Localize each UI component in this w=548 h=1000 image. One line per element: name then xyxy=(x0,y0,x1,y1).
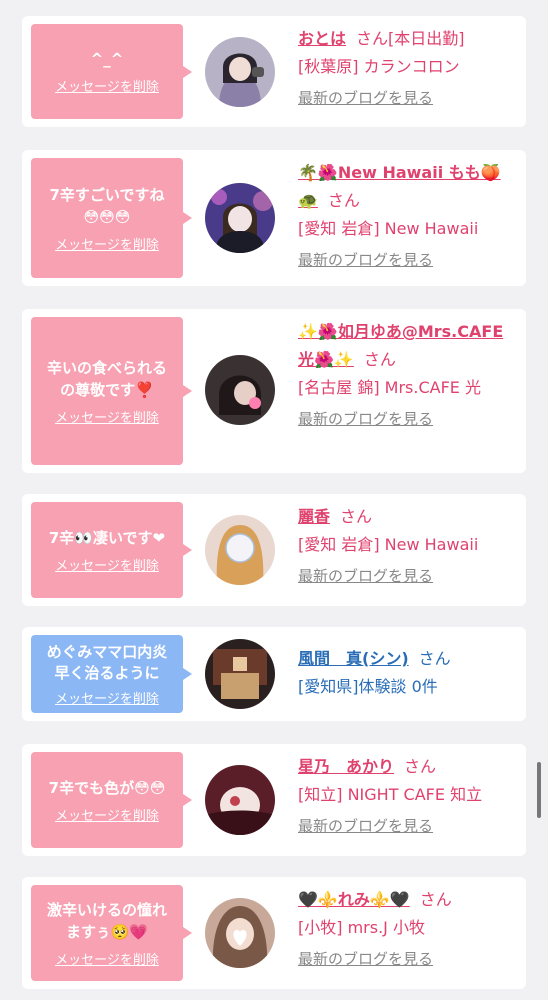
card-info: 🌴🌺New Hawaii もも🍑🐢 さん [愛知 岩倉] New Hawaii 最… xyxy=(298,159,513,270)
avatar[interactable] xyxy=(205,765,275,835)
delete-message-link[interactable]: メッセージを削除 xyxy=(55,949,159,968)
shop-label: [小牧] mrs.J 小牧 xyxy=(298,918,425,937)
message-card: 辛いの食べられるの尊敬です❣️ メッセージを削除 ✨🌺如月ゆあ@Mrs.CAFE… xyxy=(22,309,526,473)
shop-label: [愛知 岩倉] New Hawaii xyxy=(298,535,479,554)
message-text: 7辛でも色が😳😳 xyxy=(48,778,166,797)
san-label: さん xyxy=(356,29,389,48)
card-info: 麗香 さん [愛知 岩倉] New Hawaii 最新のブログを見る xyxy=(298,503,513,586)
latest-blog-link[interactable]: 最新のブログを見る xyxy=(298,948,513,969)
shop-label: [知立] NIGHT CAFE 知立 xyxy=(298,785,483,804)
girl-name-link[interactable]: 🖤⚜️れみ⚜️🖤 xyxy=(298,890,410,909)
shop-label: [秋葉原] カランコロン xyxy=(298,57,460,76)
san-label: さん xyxy=(418,649,451,668)
san-label: さん xyxy=(419,890,452,909)
message-text: 7辛👀凄いです❤ xyxy=(48,528,166,547)
message-card: 激辛いけるの憧れますぅ🥺💗 メッセージを削除 🖤⚜️れみ⚜️🖤 さん [小牧] m… xyxy=(22,877,526,989)
message-text: 7辛すごいですね😳😳😳 xyxy=(49,185,165,226)
message-card: 7辛でも色が😳😳 メッセージを削除 星乃 あかり さん [知立] NIGHT CA… xyxy=(22,744,526,856)
latest-blog-link[interactable]: 最新のブログを見る xyxy=(298,815,513,836)
avatar[interactable] xyxy=(205,898,275,968)
latest-blog-link[interactable]: 最新のブログを見る xyxy=(298,249,513,270)
user-name-link[interactable]: 風間 真(シン) xyxy=(298,649,409,668)
delete-message-link[interactable]: メッセージを削除 xyxy=(55,688,159,707)
message-bubble: 7辛👀凄いです❤ メッセージを削除 xyxy=(31,502,192,598)
shop-label: [名古屋 錦] Mrs.CAFE 光 xyxy=(298,378,481,397)
san-label: さん xyxy=(363,350,396,369)
message-card: 7辛👀凄いです❤ メッセージを削除 麗香 さん [愛知 岩倉] New Hawai… xyxy=(22,494,526,606)
message-card: めぐみママ口内炎早く治るように メッセージを削除 風間 真(シン) さん [愛知県… xyxy=(22,627,526,721)
message-bubble: めぐみママ口内炎早く治るように メッセージを削除 xyxy=(31,635,192,713)
latest-blog-link[interactable]: 最新のブログを見る xyxy=(298,565,513,586)
san-label: さん xyxy=(340,507,373,526)
card-info: おとは さん[本日出勤] [秋葉原] カランコロン 最新のブログを見る xyxy=(298,25,513,108)
message-text: 辛いの食べられるの尊敬です❣️ xyxy=(46,358,167,399)
card-info: 星乃 あかり さん [知立] NIGHT CAFE 知立 最新のブログを見る xyxy=(298,753,513,836)
avatar[interactable] xyxy=(205,355,275,425)
san-label: さん xyxy=(327,191,360,210)
girl-name-link[interactable]: 星乃 あかり xyxy=(298,757,394,776)
delete-message-link[interactable]: メッセージを削除 xyxy=(55,555,159,574)
latest-blog-link[interactable]: 最新のブログを見る xyxy=(298,408,513,429)
scrollbar-thumb[interactable] xyxy=(537,762,541,818)
san-label: さん xyxy=(404,757,437,776)
message-bubble: 7辛すごいですね😳😳😳 メッセージを削除 xyxy=(31,158,192,278)
message-card: ^_^ メッセージを削除 おとは さん[本日出勤] [秋葉原] カランコロン 最新… xyxy=(22,16,526,127)
message-bubble: ^_^ メッセージを削除 xyxy=(31,24,192,119)
avatar[interactable] xyxy=(205,515,275,585)
message-bubble: 激辛いけるの憧れますぅ🥺💗 メッセージを削除 xyxy=(31,885,192,981)
card-info: 🖤⚜️れみ⚜️🖤 さん [小牧] mrs.J 小牧 最新のブログを見る xyxy=(298,886,513,969)
attendance-badge: [本日出勤] xyxy=(388,29,465,48)
girl-name-link[interactable]: 麗香 xyxy=(298,507,330,526)
message-text: 激辛いけるの憧れますぅ🥺💗 xyxy=(46,900,167,941)
avatar[interactable] xyxy=(205,639,275,709)
message-text: ^_^ xyxy=(90,50,124,68)
message-bubble: 7辛でも色が😳😳 メッセージを削除 xyxy=(31,752,192,848)
girl-name-link[interactable]: ✨🌺如月ゆあ@Mrs.CAFE光🌺✨ xyxy=(298,322,503,369)
message-card: 7辛すごいですね😳😳😳 メッセージを削除 🌴🌺New Hawaii もも🍑🐢 さん… xyxy=(22,150,526,286)
girl-name-link[interactable]: おとは xyxy=(298,29,346,48)
delete-message-link[interactable]: メッセージを削除 xyxy=(55,234,159,253)
shop-label: [愛知 岩倉] New Hawaii xyxy=(298,219,479,238)
card-info: ✨🌺如月ゆあ@Mrs.CAFE光🌺✨ さん [名古屋 錦] Mrs.CAFE 光 … xyxy=(298,318,513,429)
avatar[interactable] xyxy=(205,37,275,107)
delete-message-link[interactable]: メッセージを削除 xyxy=(55,407,159,426)
delete-message-link[interactable]: メッセージを削除 xyxy=(55,76,159,95)
message-bubble: 辛いの食べられるの尊敬です❣️ メッセージを削除 xyxy=(31,317,192,465)
message-text: めぐみママ口内炎早く治るように xyxy=(46,642,168,682)
review-count-label: [愛知県]体験談 0件 xyxy=(298,677,438,696)
delete-message-link[interactable]: メッセージを削除 xyxy=(55,805,159,824)
latest-blog-link[interactable]: 最新のブログを見る xyxy=(298,87,513,108)
avatar[interactable] xyxy=(205,183,275,253)
card-info: 風間 真(シン) さん [愛知県]体験談 0件 xyxy=(298,645,513,701)
